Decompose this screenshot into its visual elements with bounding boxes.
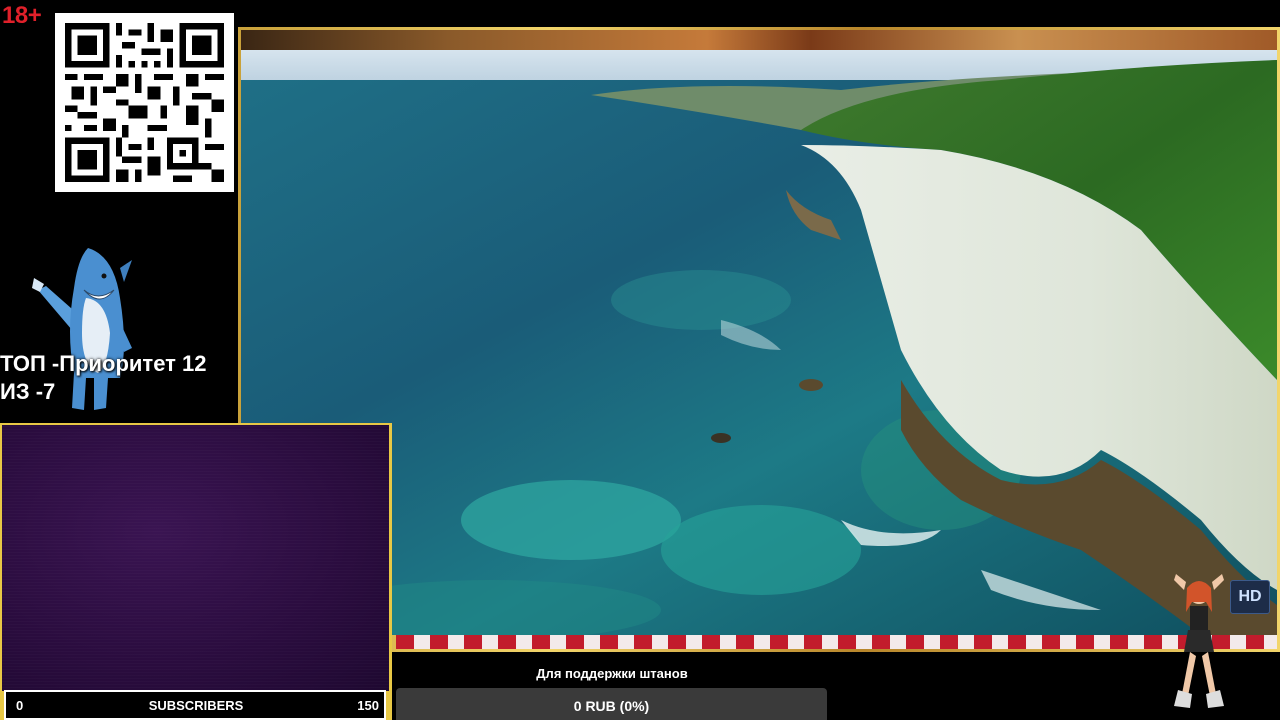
video-player[interactable] [241, 50, 1277, 635]
priority-text: ТОП -Приоритет 12 ИЗ -7 [0, 350, 207, 406]
donation-value: 0 RUB (0%) [573, 698, 650, 714]
subscribers-max: 150 [357, 698, 379, 713]
qr-code-icon [55, 13, 234, 192]
subscribers-min: 0 [16, 698, 24, 713]
webcam-panel [0, 423, 392, 720]
priority-line-1: ТОП -Приоритет 12 [0, 351, 207, 376]
age-rating-badge: 18+ [2, 2, 42, 29]
hd-icon: HD [1230, 580, 1270, 614]
webcam-feed [2, 425, 389, 691]
video-bottom-strip [396, 635, 1277, 649]
subscribers-goal-bar: SUBSCRIBERS 0 150 [4, 690, 386, 720]
priority-line-2: ИЗ -7 [0, 379, 56, 404]
subscribers-label: SUBSCRIBERS [148, 698, 244, 713]
donation-title: Для поддержки штанов [536, 666, 688, 681]
dancer-icon [1168, 572, 1230, 712]
video-top-strip [241, 30, 1277, 50]
